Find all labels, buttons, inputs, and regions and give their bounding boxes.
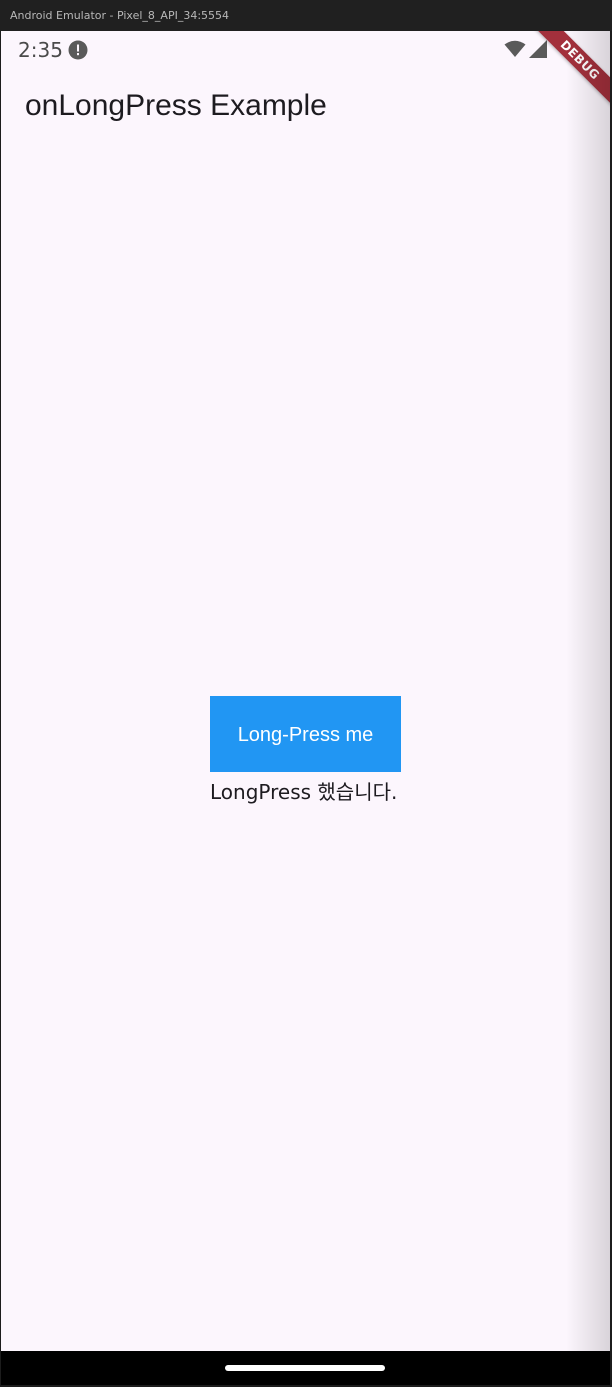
status-bar: 2:35 xyxy=(1,31,610,69)
navigation-bar xyxy=(1,1351,610,1385)
wifi-icon xyxy=(504,40,526,57)
app-bar-title: onLongPress Example xyxy=(25,89,327,122)
result-text: LongPress 했습니다. xyxy=(210,780,398,804)
screen-edge-shadow xyxy=(566,31,610,1351)
emulator-window: Android Emulator - Pixel_8_API_34:5554 2… xyxy=(0,0,612,1387)
phone-screen: 2:35 DEBUG onLongPress Example Long-Pres… xyxy=(1,31,610,1351)
home-indicator[interactable] xyxy=(225,1365,385,1371)
long-press-button[interactable]: Long-Press me xyxy=(210,696,401,772)
window-title: Android Emulator - Pixel_8_API_34:5554 xyxy=(0,0,612,31)
alert-icon xyxy=(68,40,88,60)
status-time: 2:35 xyxy=(18,38,63,62)
signal-icon xyxy=(529,40,547,58)
